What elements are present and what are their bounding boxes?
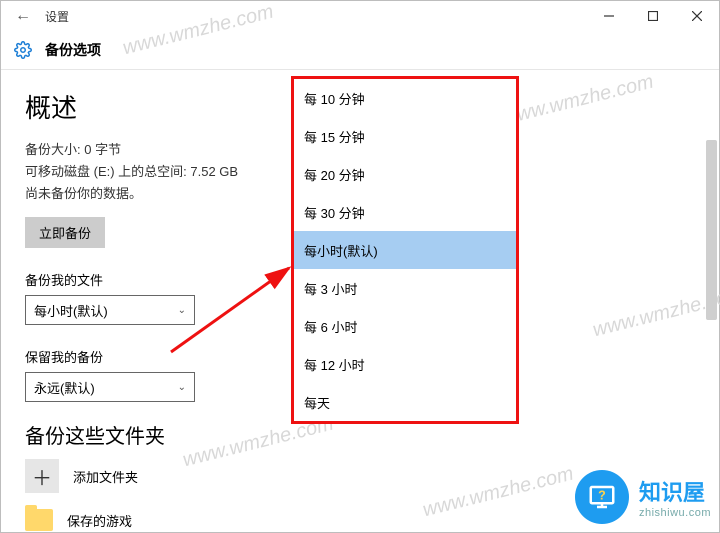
keep-backups-select[interactable]: 永远(默认) ⌄ [25,372,195,402]
settings-window: www.wmzhe.com www.wmzhe.com www.wmzhe.co… [0,0,720,533]
frequency-option[interactable]: 每 6 小时 [294,307,516,345]
window-title: 设置 [45,8,69,25]
add-folder-label: 添加文件夹 [73,467,138,486]
backup-frequency-value: 每小时(默认) [34,301,108,320]
window-buttons [587,1,719,31]
frequency-option-selected[interactable]: 每小时(默认) [294,231,516,269]
content-area: 概述 备份大小: 0 字节 可移动磁盘 (E:) 上的总空间: 7.52 GB … [1,70,719,533]
badge-text: 知识屋 zhishiwu.com [639,475,711,519]
frequency-option[interactable]: 每天 [294,383,516,421]
frequency-option[interactable]: 每 30 分钟 [294,193,516,231]
close-button[interactable] [675,1,719,31]
minimize-button[interactable] [587,1,631,31]
page-header: 备份选项 [1,31,719,69]
svg-text:?: ? [598,489,606,503]
frequency-option[interactable]: 每 10 分钟 [294,79,516,117]
scrollbar-thumb[interactable] [706,140,717,320]
keep-backups-value: 永远(默认) [34,378,95,397]
backup-now-button[interactable]: 立即备份 [25,217,105,248]
frequency-option[interactable]: 每 12 小时 [294,345,516,383]
site-badge: ? 知识屋 zhishiwu.com [575,470,711,524]
backup-frequency-popup: 每 10 分钟 每 15 分钟 每 20 分钟 每 30 分钟 每小时(默认) … [291,76,519,424]
chevron-down-icon: ⌄ [178,382,186,393]
plus-icon: ＋ [32,462,52,491]
chevron-down-icon: ⌄ [178,305,186,316]
badge-icon: ? [575,470,629,524]
add-folder-button[interactable]: ＋ [25,459,59,493]
maximize-button[interactable] [631,1,675,31]
folders-heading: 备份这些文件夹 [25,420,695,449]
back-button[interactable]: ← [9,2,37,30]
folder-icon [25,509,53,531]
badge-title: 知识屋 [639,475,711,507]
folder-name: 保存的游戏 [67,511,132,530]
badge-sub: zhishiwu.com [639,507,711,519]
page-header-label: 备份选项 [45,40,101,60]
frequency-option[interactable]: 每 3 小时 [294,269,516,307]
titlebar: ← 设置 [1,1,719,31]
gear-icon [13,40,33,60]
backup-frequency-select[interactable]: 每小时(默认) ⌄ [25,295,195,325]
frequency-option[interactable]: 每 20 分钟 [294,155,516,193]
frequency-option[interactable]: 每 15 分钟 [294,117,516,155]
